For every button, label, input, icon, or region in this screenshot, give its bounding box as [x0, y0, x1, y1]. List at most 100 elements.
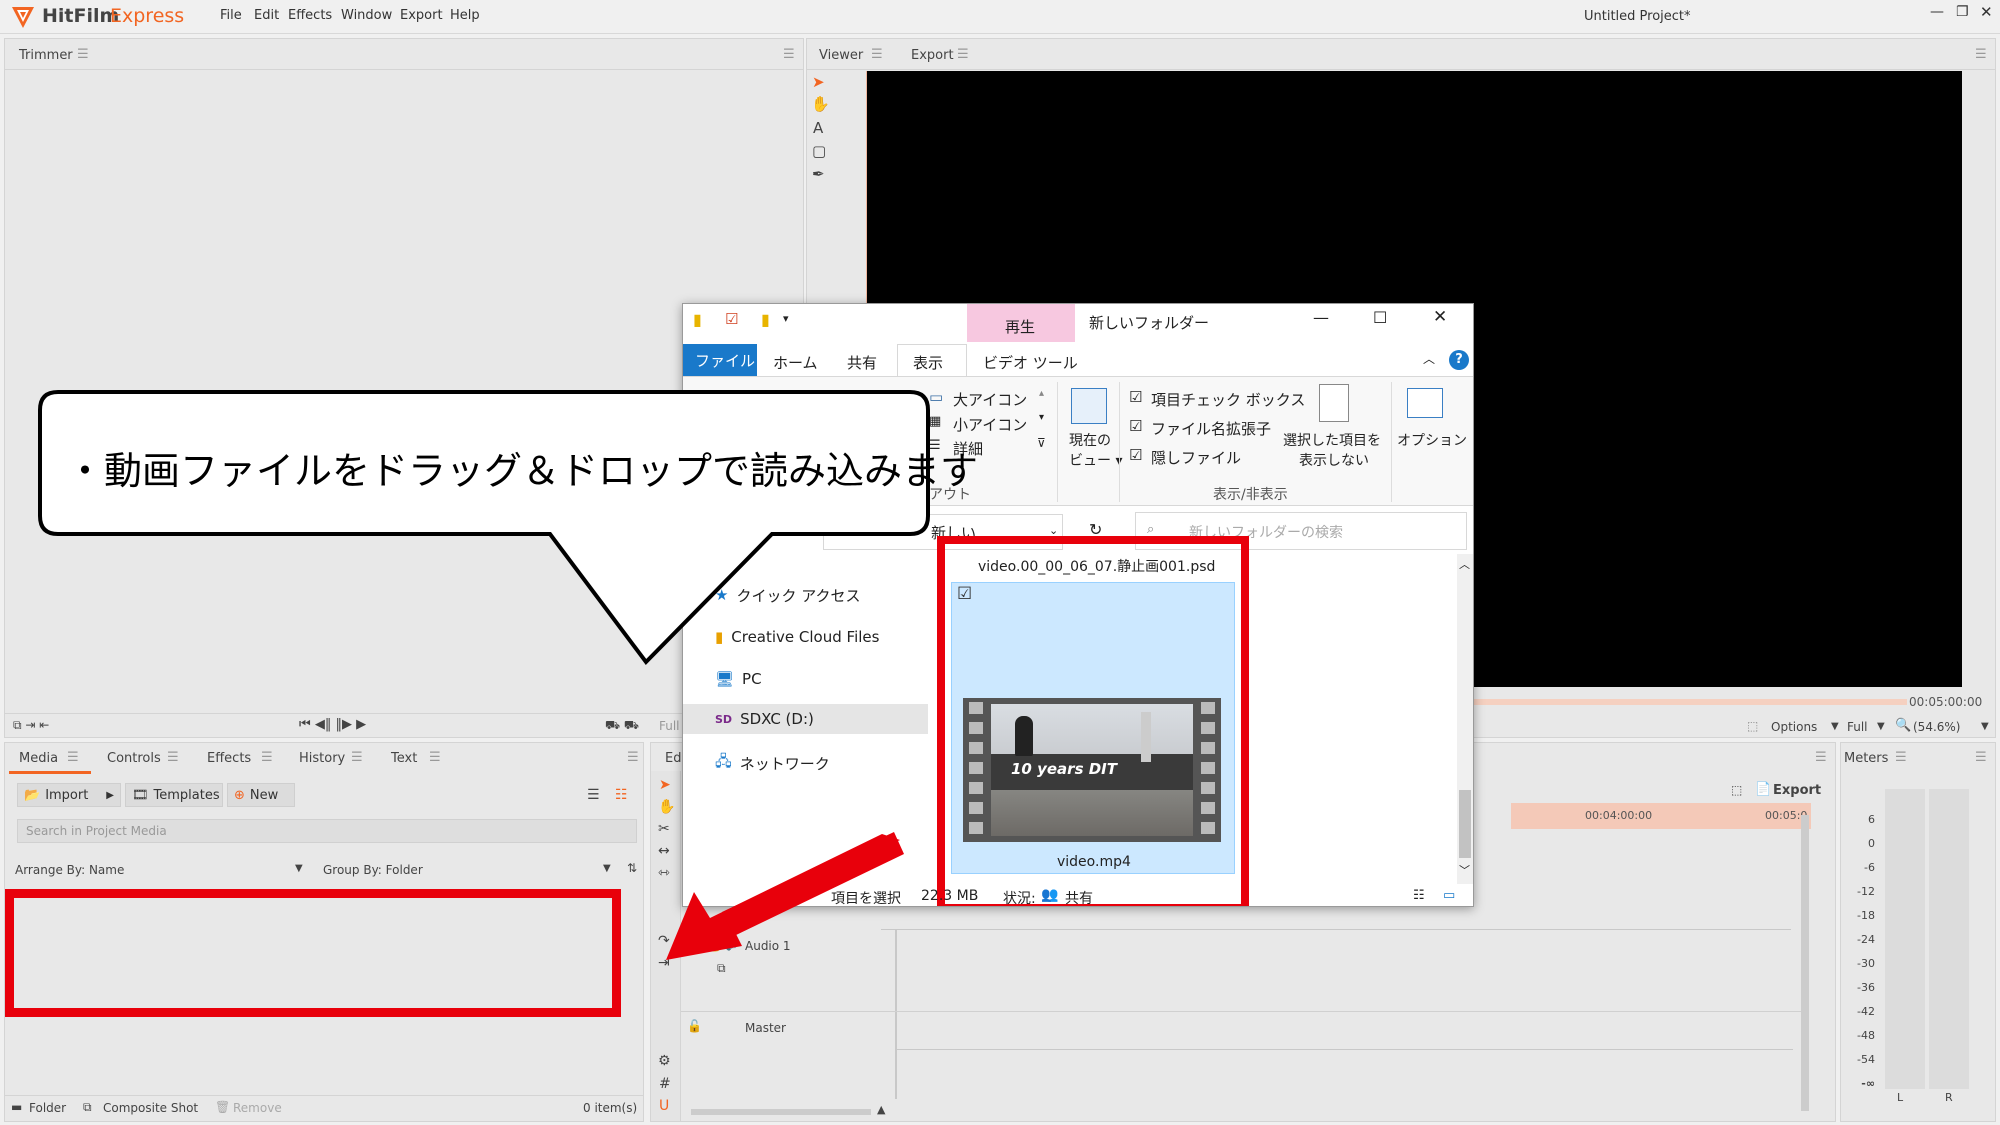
- editor-h-scroll[interactable]: [691, 1109, 871, 1115]
- import-button[interactable]: 📂 Import ▶: [17, 783, 121, 807]
- arrange-chevron-icon[interactable]: ▼: [295, 863, 303, 874]
- tab-trimmer[interactable]: Trimmer: [19, 48, 73, 63]
- ribbon-tab-view[interactable]: 表示: [913, 352, 943, 373]
- menu-export[interactable]: Export: [400, 8, 443, 23]
- templates-button[interactable]: 🎞 Templates: [125, 783, 223, 807]
- menu-help[interactable]: Help: [450, 8, 480, 23]
- current-view-label-2[interactable]: ビュー ▾: [1069, 450, 1122, 470]
- options-chevron-icon[interactable]: ▼: [1831, 721, 1839, 732]
- details-view-toggle-icon[interactable]: ☷: [1413, 888, 1425, 903]
- settings-gear-icon[interactable]: ⚙: [658, 1053, 671, 1069]
- hide-selected-label-2[interactable]: 表示しない: [1299, 450, 1369, 470]
- trimmer-menu-icon[interactable]: ☰: [77, 47, 89, 62]
- checkbox-file-ext[interactable]: ☑: [1129, 417, 1142, 435]
- editor-options-icon[interactable]: ☰: [1815, 750, 1827, 765]
- track-master[interactable]: Master: [745, 1021, 786, 1035]
- viewer-options-icon[interactable]: ☰: [1975, 47, 1987, 62]
- new-button[interactable]: ⊕ New: [227, 783, 295, 807]
- current-view-label-1[interactable]: 現在の: [1069, 430, 1111, 450]
- mask-tool-icon[interactable]: ▢: [812, 142, 826, 160]
- editor-v-scroll-bottom[interactable]: [1801, 931, 1809, 1111]
- help-icon[interactable]: ?: [1449, 350, 1469, 370]
- tab-history[interactable]: History: [299, 751, 345, 766]
- select-tool-icon[interactable]: ➤: [812, 73, 825, 91]
- layout-small-icons[interactable]: 小アイコン: [953, 414, 1027, 435]
- controls-menu-icon[interactable]: ☰: [167, 750, 179, 765]
- snap-magnet-icon[interactable]: U: [659, 1098, 669, 1114]
- ribbon-collapse-icon[interactable]: ︿: [1423, 350, 1435, 367]
- trimmer-full-label[interactable]: Full: [659, 719, 680, 733]
- meters-menu-icon[interactable]: ☰: [1895, 750, 1907, 765]
- explorer-maximize-icon[interactable]: ☐: [1373, 308, 1387, 327]
- large-icons-toggle-icon[interactable]: ▭: [1443, 888, 1455, 903]
- zoom-chevron-icon[interactable]: ▼: [1981, 721, 1989, 732]
- tab-media[interactable]: Media: [19, 751, 58, 766]
- viewer-full-dropdown[interactable]: Full: [1847, 720, 1868, 734]
- tab-effects[interactable]: Effects: [207, 751, 251, 766]
- explorer-options-button[interactable]: オプション: [1397, 430, 1467, 450]
- media-menu-icon[interactable]: ☰: [67, 750, 79, 765]
- new-folder-quick-icon[interactable]: ▮: [761, 310, 770, 329]
- tab-meters[interactable]: Meters: [1844, 751, 1888, 766]
- detail-view-icon[interactable]: ☷: [615, 787, 628, 803]
- viewer-scrub-bar[interactable]: [1457, 699, 1907, 705]
- new-folder-button[interactable]: Folder: [29, 1101, 66, 1115]
- zoom-slider-icon[interactable]: ▲: [877, 1103, 885, 1116]
- media-options-icon[interactable]: ☰: [627, 750, 639, 765]
- meters-options-icon[interactable]: ☰: [1975, 750, 1987, 765]
- full-chevron-icon[interactable]: ▼: [1877, 721, 1885, 732]
- overlay-insert-icon[interactable]: ⛟ ⛟: [605, 718, 639, 734]
- hide-selected-label-1[interactable]: 選択した項目を: [1283, 430, 1381, 450]
- restore-icon[interactable]: ❐: [1956, 4, 1969, 20]
- scroll-thumb[interactable]: [1459, 790, 1471, 858]
- nav-sdxc[interactable]: SD SDXC (D:): [683, 704, 928, 734]
- editor-select-icon[interactable]: ➤: [659, 777, 671, 793]
- tab-export[interactable]: Export: [911, 48, 954, 63]
- explorer-minimize-icon[interactable]: —: [1313, 308, 1329, 327]
- export-menu-icon[interactable]: ☰: [957, 47, 969, 62]
- viewer-zoom[interactable]: (54.6%): [1913, 720, 1960, 734]
- sort-icon[interactable]: ⇅: [627, 861, 637, 875]
- ribbon-tab-file[interactable]: ファイル: [695, 350, 755, 371]
- import-arrow-icon[interactable]: ▶: [106, 790, 114, 801]
- pen-tool-icon[interactable]: ✒: [812, 165, 825, 183]
- editor-export-button[interactable]: Export: [1773, 783, 1821, 798]
- layout-scroll-up-icon[interactable]: ▴: [1039, 388, 1044, 399]
- menu-file[interactable]: File: [220, 8, 242, 23]
- menu-edit[interactable]: Edit: [254, 8, 279, 23]
- effects-menu-icon[interactable]: ☰: [261, 750, 273, 765]
- composite-shot-button[interactable]: Composite Shot: [103, 1101, 198, 1115]
- menu-window[interactable]: Window: [341, 8, 392, 23]
- checkbox-item-check[interactable]: ☑: [1129, 388, 1142, 406]
- remove-button[interactable]: Remove: [233, 1101, 282, 1115]
- list-view-icon[interactable]: ☰: [587, 787, 600, 803]
- ribbon-tab-video-tools[interactable]: ビデオ ツール: [983, 352, 1078, 373]
- ribbon-tab-home[interactable]: ホーム: [773, 352, 818, 373]
- scroll-up-icon[interactable]: ︿: [1459, 556, 1470, 572]
- snapshot-icon[interactable]: ⬚: [1747, 719, 1758, 733]
- explorer-close-icon[interactable]: ✕: [1433, 307, 1447, 327]
- ribbon-tab-share[interactable]: 共有: [847, 352, 877, 373]
- editor-v-scroll-top[interactable]: [1801, 815, 1809, 933]
- group-chevron-icon[interactable]: ▼: [603, 863, 611, 874]
- nav-network[interactable]: 🖧 ネットワーク: [683, 748, 925, 778]
- media-search-input[interactable]: Search in Project Media: [17, 819, 637, 843]
- tab-controls[interactable]: Controls: [107, 751, 161, 766]
- history-menu-icon[interactable]: ☰: [351, 750, 363, 765]
- arrange-by-dropdown[interactable]: Arrange By: Name: [15, 863, 124, 877]
- scroll-down-icon[interactable]: ﹀: [1459, 862, 1470, 878]
- layout-large-icons[interactable]: 大アイコン: [953, 389, 1027, 410]
- zoom-icon[interactable]: 🔍: [1895, 718, 1911, 733]
- tab-viewer[interactable]: Viewer: [819, 48, 863, 63]
- menu-effects[interactable]: Effects: [288, 8, 332, 23]
- viewer-menu-icon[interactable]: ☰: [871, 47, 883, 62]
- layout-scroll-down-icon[interactable]: ▾: [1039, 412, 1044, 423]
- text-tool-icon[interactable]: A: [813, 119, 823, 137]
- qat-chevron-icon[interactable]: ▾: [783, 312, 789, 325]
- layout-more-icon[interactable]: ⊽: [1037, 436, 1046, 450]
- trim-in-icon[interactable]: ⧉ ⇥ ⇤: [13, 718, 49, 733]
- group-by-dropdown[interactable]: Group By: Folder: [323, 863, 423, 877]
- export-queue-icon[interactable]: ⬚: [1731, 783, 1742, 797]
- trimmer-transport-icon[interactable]: ⏮ ◀‖ ‖▶ ▶: [299, 717, 366, 732]
- tab-text[interactable]: Text: [391, 751, 417, 766]
